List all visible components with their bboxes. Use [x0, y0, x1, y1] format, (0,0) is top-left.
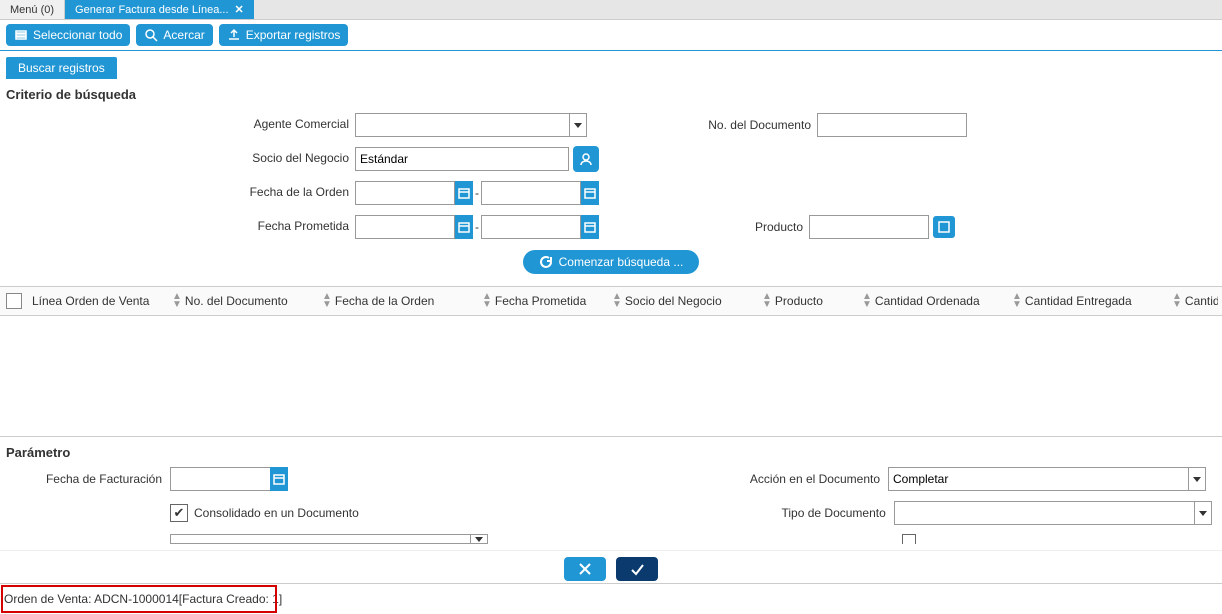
label-socio: Socio del Negocio: [0, 152, 355, 165]
window-tab-bar: Menú (0) Generar Factura desde Línea... …: [0, 0, 1222, 20]
fecha-fact-cal[interactable]: [270, 467, 288, 491]
label-producto: Producto: [729, 220, 809, 234]
docno-input[interactable]: [817, 113, 967, 137]
fecha-orden-to-cal[interactable]: [581, 181, 599, 205]
accion-dropdown-button[interactable]: [1188, 467, 1206, 491]
refresh-icon: [539, 255, 553, 269]
toolbar: Seleccionar todo Acercar Exportar regist…: [0, 20, 1222, 51]
dash: -: [475, 186, 479, 200]
consolidado-label: Consolidado en un Documento: [194, 506, 359, 520]
tab-generate-invoice[interactable]: Generar Factura desde Línea... ✕: [65, 0, 254, 19]
fecha-orden-from[interactable]: [355, 181, 455, 205]
fecha-prom-from-cal[interactable]: [455, 215, 473, 239]
zoom-icon: [144, 28, 158, 42]
product-icon: [937, 220, 951, 234]
tipo-dropdown-button[interactable]: [1194, 501, 1212, 525]
fecha-prom-to-cal[interactable]: [581, 215, 599, 239]
check-icon: [629, 561, 645, 577]
tab-active-label: Generar Factura desde Línea...: [75, 4, 228, 16]
calendar-icon: [458, 221, 470, 233]
search-records-tab[interactable]: Buscar registros: [6, 57, 117, 79]
begin-search-label: Comenzar búsqueda ...: [559, 255, 684, 269]
sort-icon: ▲▼: [762, 293, 772, 309]
calendar-icon: [458, 187, 470, 199]
grid-header: Línea Orden de Venta ▲▼No. del Documento…: [0, 286, 1222, 316]
select-all-label: Seleccionar todo: [33, 28, 122, 42]
fecha-orden-from-cal[interactable]: [455, 181, 473, 205]
ok-button[interactable]: [616, 557, 658, 581]
label-docno: No. del Documento: [677, 118, 817, 132]
user-icon: [579, 152, 593, 166]
col-cant-cut[interactable]: ▲▼Cantid: [1168, 287, 1218, 315]
grid-body: [0, 316, 1222, 436]
calendar-icon: [584, 221, 596, 233]
select-all-checkbox[interactable]: [6, 293, 22, 309]
col-fecha-orden[interactable]: ▲▼Fecha de la Orden: [318, 287, 478, 315]
sort-icon: ▲▼: [482, 293, 492, 309]
label-tipo: Tipo de Documento: [714, 506, 894, 520]
label-fecha-orden: Fecha de la Orden: [0, 186, 355, 199]
col-producto[interactable]: ▲▼Producto: [758, 287, 858, 315]
x-icon: [577, 561, 593, 577]
sort-icon: ▲▼: [1012, 293, 1022, 309]
col-cant-ent[interactable]: ▲▼Cantidad Entregada: [1008, 287, 1168, 315]
begin-search-button[interactable]: Comenzar búsqueda ...: [523, 250, 700, 274]
tab-menu-label: Menú (0): [10, 4, 54, 16]
fecha-orden-to[interactable]: [481, 181, 581, 205]
export-label: Exportar registros: [246, 28, 341, 42]
select-all-button[interactable]: Seleccionar todo: [6, 24, 130, 46]
col-linea[interactable]: Línea Orden de Venta: [28, 287, 168, 315]
label-accion: Acción en el Documento: [708, 472, 888, 486]
socio-input[interactable]: [355, 147, 569, 171]
calendar-icon: [584, 187, 596, 199]
section-tab-row: Buscar registros: [0, 51, 1222, 79]
fecha-prom-to[interactable]: [481, 215, 581, 239]
sort-icon: ▲▼: [612, 293, 622, 309]
search-criteria-title: Criterio de búsqueda: [0, 79, 1222, 106]
zoom-label: Acercar: [163, 28, 204, 42]
producto-lookup-button[interactable]: [933, 216, 955, 238]
sort-icon: ▲▼: [862, 293, 872, 309]
cutoff-input[interactable]: [170, 534, 470, 544]
cutoff-checkbox[interactable]: [902, 534, 916, 544]
param-section: Parámetro Fecha de Facturación Acción en…: [0, 436, 1222, 546]
col-docno[interactable]: ▲▼No. del Documento: [168, 287, 318, 315]
tipo-input[interactable]: [894, 501, 1194, 525]
accion-input[interactable]: [888, 467, 1188, 491]
search-form: Agente Comercial No. del Documento Socio…: [0, 106, 1222, 286]
label-agente: Agente Comercial: [0, 118, 355, 131]
fecha-prom-from[interactable]: [355, 215, 455, 239]
producto-input[interactable]: [809, 215, 929, 239]
label-fecha-prom: Fecha Prometida: [0, 220, 355, 233]
close-icon[interactable]: ✕: [235, 3, 244, 16]
socio-lookup-button[interactable]: [573, 146, 599, 172]
col-socio[interactable]: ▲▼Socio del Negocio: [608, 287, 758, 315]
cancel-button[interactable]: [564, 557, 606, 581]
agente-input[interactable]: [355, 113, 569, 137]
list-icon: [14, 28, 28, 42]
sort-icon: ▲▼: [322, 293, 332, 309]
sort-icon: ▲▼: [172, 293, 182, 309]
export-button[interactable]: Exportar registros: [219, 24, 349, 46]
calendar-icon: [273, 473, 285, 485]
sort-icon: ▲▼: [1172, 293, 1182, 309]
agente-dropdown-button[interactable]: [569, 113, 587, 137]
fecha-fact-input[interactable]: [170, 467, 270, 491]
label-fecha-fact: Fecha de Facturación: [0, 472, 170, 486]
status-bar: Orden de Venta: ADCN-1000014[Factura Cre…: [0, 584, 1222, 614]
export-icon: [227, 28, 241, 42]
consolidado-checkbox[interactable]: Consolidado en un Documento: [170, 504, 359, 522]
dash: -: [475, 220, 479, 234]
checkbox-icon: [170, 504, 188, 522]
col-cant-ord[interactable]: ▲▼Cantidad Ordenada: [858, 287, 1008, 315]
col-fecha-prom[interactable]: ▲▼Fecha Prometida: [478, 287, 608, 315]
cutoff-dropdown[interactable]: [470, 534, 488, 544]
action-row: [0, 550, 1222, 584]
param-title: Parámetro: [0, 437, 1222, 464]
tab-menu[interactable]: Menú (0): [0, 0, 65, 19]
zoom-button[interactable]: Acercar: [136, 24, 212, 46]
